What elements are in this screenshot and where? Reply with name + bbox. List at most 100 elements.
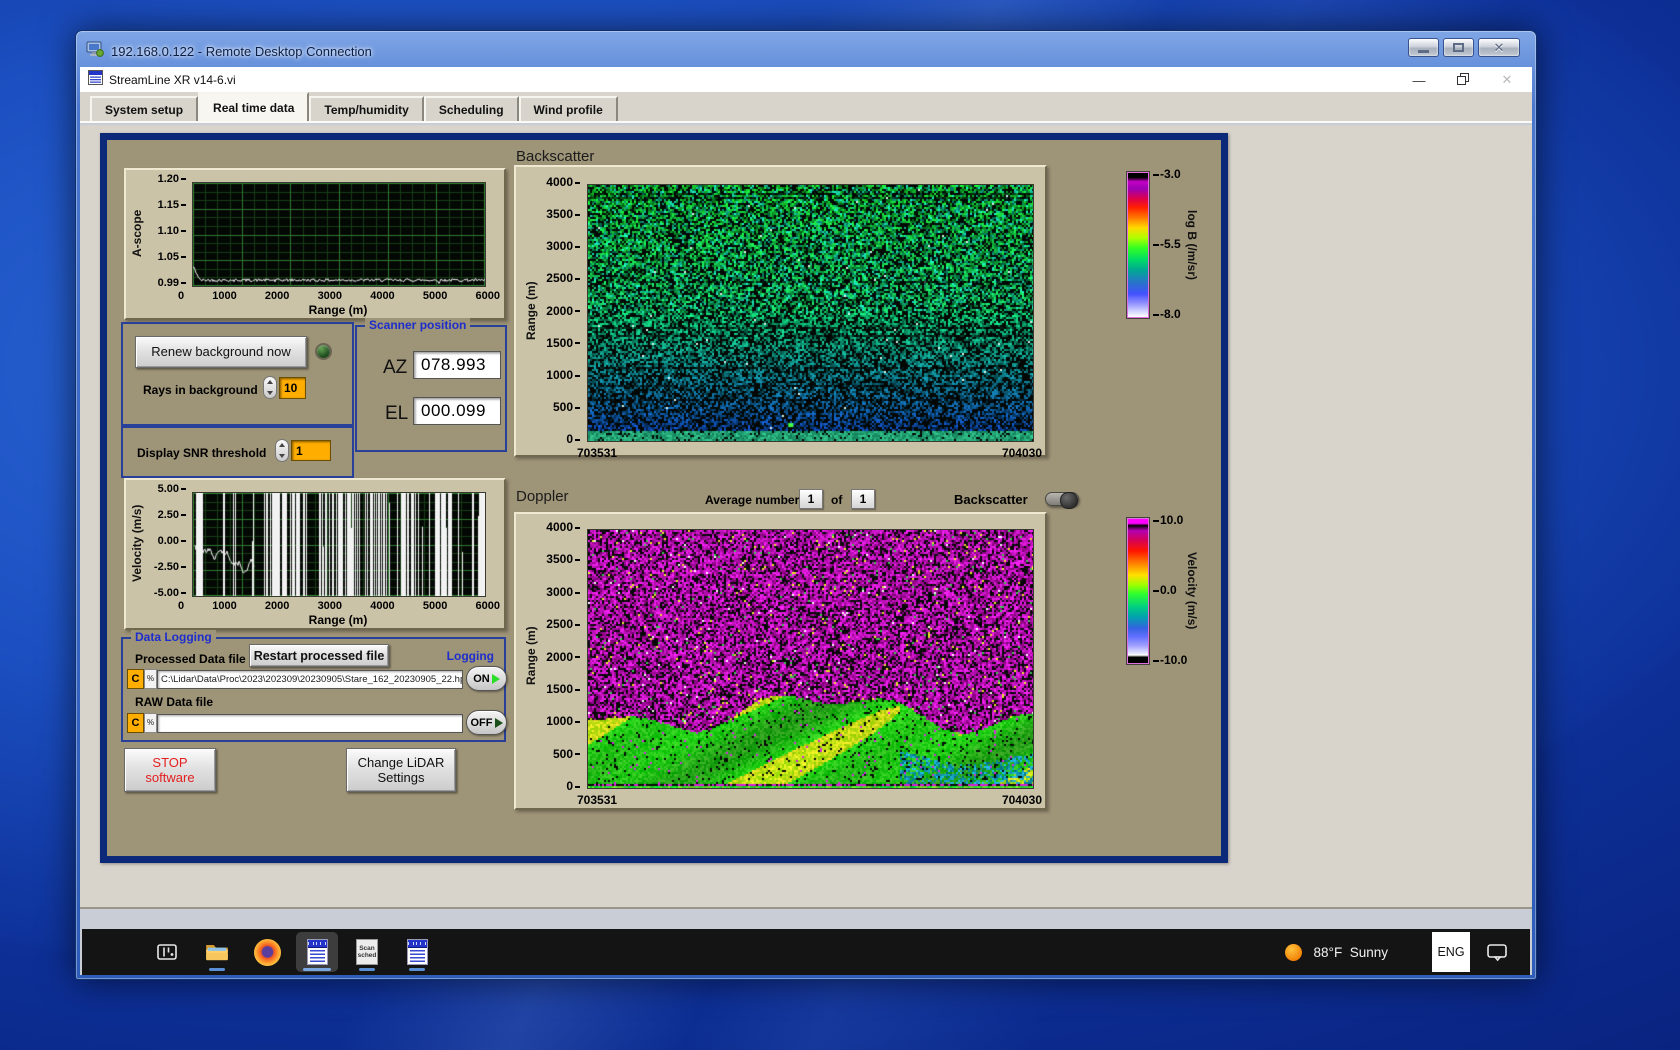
raw-drive-box[interactable]: C xyxy=(127,713,144,733)
backscatter-y-ticks: 4000 3500 3000 2500 2000 1500 1000 500 0 xyxy=(538,176,580,445)
backscatter-canvas xyxy=(588,185,1033,441)
az-value-display: 078.993 xyxy=(413,351,501,379)
rdp-close-button[interactable]: ✕ xyxy=(1478,38,1520,57)
maximize-icon xyxy=(1453,43,1464,52)
app-minimize-button[interactable]: — xyxy=(1410,73,1428,88)
weather-sun-icon[interactable] xyxy=(1284,943,1302,961)
tick-label: 3000 xyxy=(317,290,343,302)
tick-label: 1.15 xyxy=(158,200,186,211)
taskbar-icon-streamline-vi[interactable] xyxy=(296,932,338,972)
tick-label: 4000 xyxy=(370,290,395,302)
backscatter-toggle-label: Backscatter xyxy=(954,492,1028,507)
tick-label: 0.99 xyxy=(158,278,186,289)
app-restore-button[interactable] xyxy=(1454,72,1472,88)
taskbar-icon-second-vi[interactable] xyxy=(396,932,438,972)
chat-icon[interactable] xyxy=(1486,942,1508,962)
rays-value-field[interactable]: 10 xyxy=(279,377,306,399)
restart-processed-file-button[interactable]: Restart processed file xyxy=(249,644,389,667)
running-indicator xyxy=(209,968,225,971)
velocity-plot-area xyxy=(192,492,486,597)
backscatter-toggle-switch[interactable] xyxy=(1045,492,1079,509)
backscatter-y-axis-label: Range (m) xyxy=(524,281,538,341)
tick-label: 2000 xyxy=(264,290,290,302)
desktop-background: 192.168.0.122 - Remote Desktop Connectio… xyxy=(0,0,1680,1050)
processed-data-file-label: Processed Data file xyxy=(135,652,246,666)
weather-text[interactable]: 88°F Sunny xyxy=(1314,945,1388,960)
scan-sched-icon: Scan sched xyxy=(356,939,378,965)
backscatter-x-end: 704030 xyxy=(1001,446,1042,460)
ascope-y-axis-label: A-scope xyxy=(130,209,144,257)
snr-threshold-group: Display SNR threshold 1 xyxy=(121,426,354,478)
taskbar-icon-firefox[interactable] xyxy=(246,932,288,972)
app-titlebar[interactable]: StreamLine XR v14-6.vi — ✕ xyxy=(80,67,1532,93)
taskbar-icon-task-view[interactable] xyxy=(146,932,188,972)
doppler-colorbar-label: Velocity (m/s) xyxy=(1185,552,1199,630)
tick-label: 2000 xyxy=(264,600,290,612)
taskbar-system-tray: 88°F Sunny ENG xyxy=(1284,929,1508,975)
tick-label: 1500 xyxy=(546,337,580,349)
average-total-field[interactable]: 1 xyxy=(851,489,875,509)
processed-path-field[interactable]: C:\Lidar\Data\Proc\2023\202309\20230905\… xyxy=(157,670,463,689)
renew-background-button[interactable]: Renew background now xyxy=(135,336,307,368)
rdp-window: 192.168.0.122 - Remote Desktop Connectio… xyxy=(75,30,1537,980)
rays-spinner[interactable] xyxy=(263,376,277,399)
tick-label: 1.20 xyxy=(158,174,186,185)
tab-wind-profile[interactable]: Wind profile xyxy=(518,96,618,121)
backscatter-plot-area xyxy=(587,184,1034,442)
on-led-icon xyxy=(491,673,500,684)
ascope-graph: A-scope 1.20 1.15 1.10 1.05 0.99 0 1000 2000 30… xyxy=(124,168,506,320)
tick-label: 6000 xyxy=(475,600,500,612)
doppler-colorbar xyxy=(1127,518,1149,664)
rdp-titlebar[interactable]: 192.168.0.122 - Remote Desktop Connectio… xyxy=(80,35,1532,67)
average-number-field[interactable]: 1 xyxy=(799,489,823,509)
tick-label: 500 xyxy=(553,748,580,760)
rdp-window-controls: ✕ xyxy=(1408,38,1520,57)
processed-drive-box[interactable]: C xyxy=(127,669,144,689)
velocity-canvas xyxy=(193,493,485,596)
rdp-minimize-button[interactable] xyxy=(1408,38,1439,57)
data-logging-title: Data Logging xyxy=(131,630,216,644)
tick-label: 1000 xyxy=(546,715,580,727)
taskbar-icon-file-explorer[interactable] xyxy=(196,932,238,972)
processed-browse-icon[interactable]: % xyxy=(144,669,157,689)
tab-scheduling[interactable]: Scheduling xyxy=(423,96,519,121)
tick-label: 1.05 xyxy=(158,252,186,263)
tick-label: 3000 xyxy=(546,240,580,252)
doppler-plot-area xyxy=(587,529,1034,789)
main-panel-frame: A-scope 1.20 1.15 1.10 1.05 0.99 0 1000 2000 30… xyxy=(100,133,1228,863)
change-lidar-settings-button[interactable]: Change LiDAR Settings xyxy=(346,748,456,792)
tab-real-time-data[interactable]: Real time data xyxy=(198,92,310,121)
tick-label: -5.00 xyxy=(154,588,186,599)
processed-logging-on-button[interactable]: ON xyxy=(466,666,507,691)
labview-vi-icon xyxy=(406,939,428,965)
language-indicator[interactable]: ENG xyxy=(1432,932,1470,972)
snr-spinner[interactable] xyxy=(275,439,289,462)
doppler-x-end: 704030 xyxy=(1001,793,1042,807)
raw-browse-icon[interactable]: % xyxy=(144,713,157,733)
velocity-x-axis-label: Range (m) xyxy=(308,613,368,627)
tick-label: 4000 xyxy=(546,521,580,533)
app-close-button[interactable]: ✕ xyxy=(1498,72,1516,88)
tick-label: -2.50 xyxy=(154,562,186,573)
renew-background-led xyxy=(315,343,332,360)
tick-label: -8.0 xyxy=(1153,308,1181,320)
tab-system-setup[interactable]: System setup xyxy=(90,96,199,121)
raw-path-field[interactable] xyxy=(157,714,463,733)
off-led-icon xyxy=(494,717,503,728)
doppler-colorbar-ticks: 10.0 0.0 -10.0 xyxy=(1153,514,1187,666)
velocity-y-ticks: 5.00 2.50 0.00 -2.50 -5.00 xyxy=(142,484,186,599)
ascope-canvas xyxy=(193,183,485,286)
increment-icon xyxy=(267,380,273,385)
raw-logging-off-button[interactable]: OFF xyxy=(466,710,507,735)
stop-software-button[interactable]: STOP software xyxy=(124,748,216,792)
doppler-x-ticks: 703531 704030 xyxy=(577,793,1042,807)
tick-label: 2000 xyxy=(546,651,580,663)
taskbar-icon-scan-scheduler[interactable]: Scan sched xyxy=(346,932,388,972)
rays-in-background-label: Rays in background xyxy=(143,383,258,397)
tick-label: 1500 xyxy=(546,683,580,695)
rdp-maximize-button[interactable] xyxy=(1443,38,1474,57)
tab-temp-humidity[interactable]: Temp/humidity xyxy=(309,96,424,121)
snr-value-field[interactable]: 1 xyxy=(291,440,331,461)
tick-label: 2.50 xyxy=(158,510,186,521)
backscatter-colorbar xyxy=(1127,172,1149,318)
